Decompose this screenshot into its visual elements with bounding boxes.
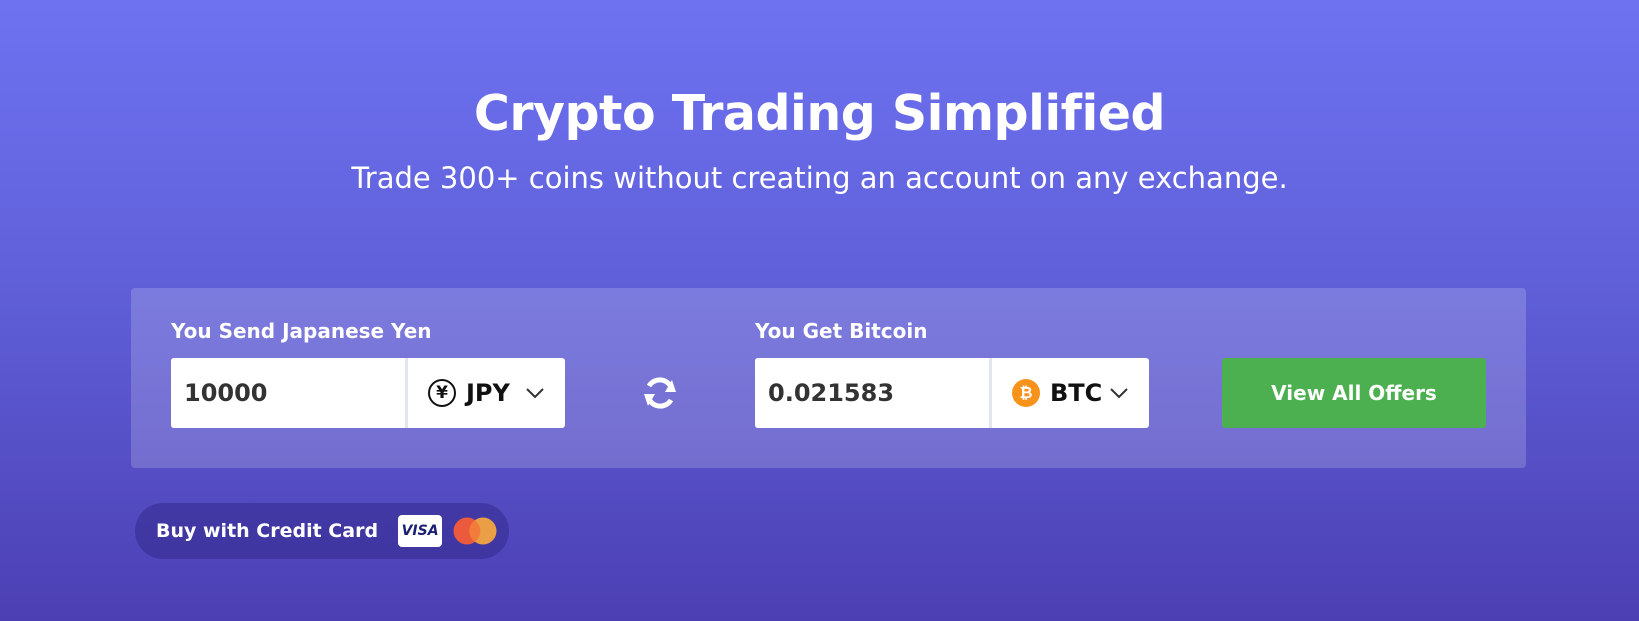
refresh-swap-icon[interactable] <box>638 371 682 415</box>
page-subtitle: Trade 300+ coins without creating an acc… <box>351 161 1288 195</box>
get-currency-select[interactable]: ₿ BTC <box>992 358 1149 428</box>
view-all-offers-button[interactable]: View All Offers <box>1222 358 1486 428</box>
get-amount-input[interactable] <box>755 358 989 428</box>
buy-with-credit-card-button[interactable]: Buy with Credit Card VISA <box>135 503 509 559</box>
send-currency-code: JPY <box>466 379 510 407</box>
send-amount-input[interactable] <box>171 358 405 428</box>
credit-card-label: Buy with Credit Card <box>156 520 379 542</box>
send-amount-group: ¥ JPY <box>171 358 565 428</box>
exchange-panel: You Send Japanese Yen ¥ JPY You Get Bitc… <box>131 288 1526 468</box>
mastercard-icon <box>453 517 497 545</box>
chevron-down-icon <box>526 388 544 399</box>
get-label: You Get Bitcoin <box>755 319 928 343</box>
bitcoin-icon: ₿ <box>1012 379 1040 407</box>
page-title: Crypto Trading Simplified <box>473 85 1166 142</box>
visa-icon: VISA <box>398 515 443 547</box>
chevron-down-icon <box>1110 388 1128 399</box>
send-currency-select[interactable]: ¥ JPY <box>408 358 565 428</box>
get-currency-code: BTC <box>1050 379 1103 407</box>
yen-icon: ¥ <box>428 379 456 407</box>
send-label: You Send Japanese Yen <box>171 319 432 343</box>
get-amount-group: ₿ BTC <box>755 358 1149 428</box>
